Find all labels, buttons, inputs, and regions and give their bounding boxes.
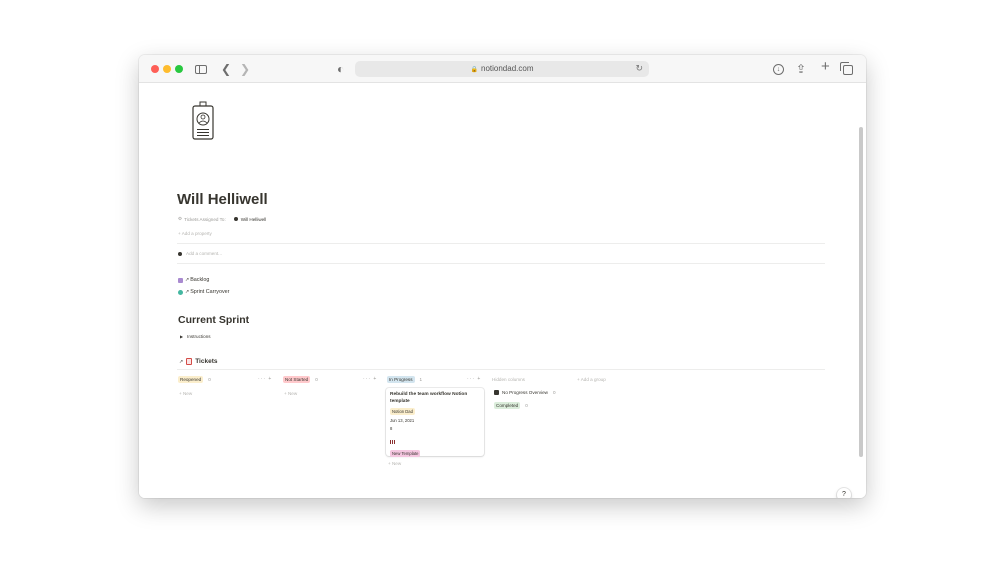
more-icon[interactable]: ··· bbox=[467, 376, 475, 382]
property-value[interactable]: Will Helliwell bbox=[233, 216, 266, 222]
property-tickets-assigned[interactable]: ⚙ Tickets Assigned To: Will Helliwell bbox=[178, 216, 266, 222]
privacy-shield-icon[interactable]: ◐ bbox=[337, 62, 344, 76]
address-bar[interactable]: 🔒 notiondad.com ↻ bbox=[355, 61, 649, 77]
add-group-button[interactable]: + Add a group bbox=[577, 377, 606, 382]
browser-window: ❮ ❯ ◐ 🔒 notiondad.com ↻ ↓ ⇪ + Will Helliw… bbox=[139, 55, 866, 498]
download-icon[interactable]: ↓ bbox=[773, 64, 784, 75]
status-tag: In Progress bbox=[387, 376, 415, 383]
column-count: 0 bbox=[208, 377, 211, 382]
more-icon[interactable]: ··· bbox=[363, 376, 371, 382]
current-sprint-heading: Current Sprint bbox=[178, 314, 250, 326]
ticket-icon bbox=[186, 358, 193, 365]
id-badge-icon bbox=[192, 101, 214, 140]
new-card-button[interactable]: + New bbox=[284, 391, 297, 396]
card-type-tag: New Template bbox=[390, 450, 421, 457]
column-header-not-started[interactable]: Not Started 0 bbox=[283, 376, 318, 383]
column-header-in-progress[interactable]: In Progress 1 bbox=[387, 376, 422, 383]
hidden-column-completed[interactable]: Completed 0 bbox=[494, 402, 528, 409]
status-tag: Reopened bbox=[178, 376, 204, 383]
column-count: 1 bbox=[419, 377, 423, 382]
add-property-button[interactable]: + Add a property bbox=[178, 231, 212, 236]
divider bbox=[177, 369, 825, 370]
zoom-window-button[interactable] bbox=[175, 65, 183, 73]
card-date: Jun 13, 2021 bbox=[390, 418, 415, 423]
more-icon[interactable]: ··· bbox=[258, 376, 266, 382]
avatar bbox=[178, 251, 182, 256]
share-icon[interactable]: ⇪ bbox=[796, 62, 806, 76]
circle-icon bbox=[178, 289, 183, 295]
tickets-database-title[interactable]: ↗ Tickets bbox=[179, 358, 218, 365]
browser-toolbar: ❮ ❯ ◐ 🔒 notiondad.com ↻ ↓ ⇪ + bbox=[139, 55, 866, 83]
instructions-toggle[interactable]: ▶ Instructions bbox=[180, 334, 211, 339]
help-button[interactable]: ? bbox=[837, 488, 851, 498]
property-label: Tickets Assigned To bbox=[184, 216, 225, 222]
divider bbox=[177, 263, 825, 264]
hidden-column-no-progress[interactable]: No Progress Overview 0 bbox=[494, 390, 556, 395]
link-arrow-icon: ↗ bbox=[185, 277, 190, 283]
url-text: notiondad.com bbox=[481, 64, 534, 73]
link-arrow-icon: ↗ bbox=[179, 358, 184, 365]
card-tag: Notion Dad bbox=[390, 408, 415, 415]
avatar bbox=[233, 216, 238, 221]
column-tools: ··· + bbox=[363, 376, 377, 382]
new-card-button[interactable]: + New bbox=[388, 461, 401, 466]
new-tab-icon[interactable]: + bbox=[821, 59, 830, 74]
add-comment-input[interactable]: Add a comment... bbox=[178, 251, 222, 256]
lock-icon: 🔒 bbox=[470, 67, 478, 73]
add-icon[interactable]: + bbox=[268, 376, 272, 382]
sidebar-toggle-icon[interactable] bbox=[195, 65, 207, 74]
column-header-reopened[interactable]: Reopened 0 bbox=[178, 376, 211, 383]
priority-bars-icon bbox=[390, 440, 395, 444]
link-backlog[interactable]: ↗ Backlog bbox=[178, 277, 209, 283]
ticket-card[interactable]: Rebuild the team workflow Notion templat… bbox=[386, 388, 484, 457]
toggle-triangle-icon[interactable]: ▶ bbox=[180, 334, 183, 339]
hidden-columns-label: Hidden columns bbox=[492, 377, 525, 382]
link-sprint-carryover[interactable]: ↗ Sprint Carryover bbox=[178, 289, 229, 295]
link-arrow-icon: ↗ bbox=[185, 289, 190, 295]
scrollbar[interactable] bbox=[859, 127, 863, 457]
column-tools: ··· + bbox=[467, 376, 481, 382]
back-icon[interactable]: ❮ bbox=[221, 62, 231, 76]
status-tag: Not Started bbox=[283, 376, 311, 383]
divider bbox=[177, 243, 825, 244]
card-number: 8 bbox=[390, 426, 393, 431]
reload-icon[interactable]: ↻ bbox=[635, 63, 643, 74]
add-icon[interactable]: + bbox=[373, 376, 377, 382]
new-card-button[interactable]: + New bbox=[179, 391, 192, 396]
status-tag: Completed bbox=[494, 402, 521, 409]
close-window-button[interactable] bbox=[151, 65, 159, 73]
page-title: Will Helliwell bbox=[177, 191, 268, 208]
minimize-window-button[interactable] bbox=[163, 65, 171, 73]
tab-overview-icon[interactable] bbox=[840, 62, 853, 75]
people-icon: ⚙ bbox=[178, 216, 183, 221]
add-icon[interactable]: + bbox=[477, 376, 481, 382]
books-icon bbox=[178, 277, 183, 283]
forward-icon[interactable]: ❯ bbox=[240, 62, 250, 76]
column-count: 0 bbox=[315, 377, 318, 382]
card-title: Rebuild the team workflow Notion templat… bbox=[390, 392, 468, 404]
page-content: Will Helliwell ⚙ Tickets Assigned To: Wi… bbox=[139, 83, 866, 498]
column-tools: ··· + bbox=[258, 376, 272, 382]
inbox-icon bbox=[494, 390, 499, 395]
